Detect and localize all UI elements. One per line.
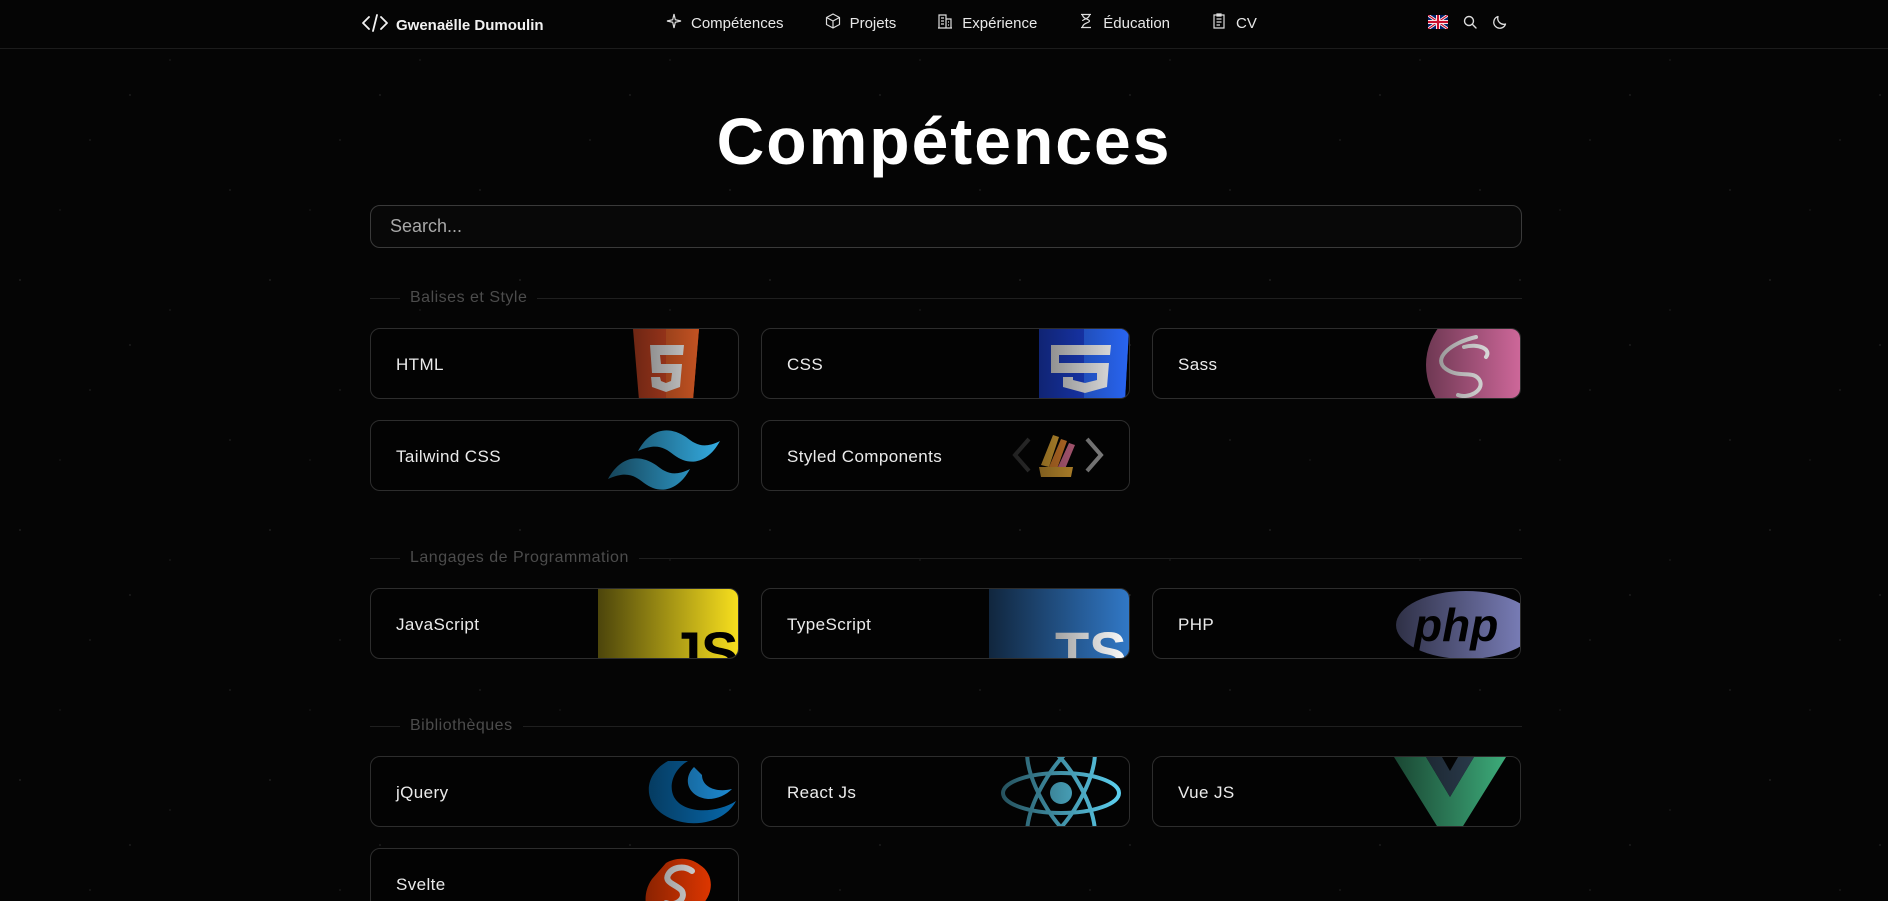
skill-name: PHP bbox=[1178, 615, 1215, 634]
skill-card-css[interactable]: CSS bbox=[761, 328, 1130, 399]
nav-label: Éducation bbox=[1103, 14, 1171, 32]
skill-name: CSS bbox=[787, 355, 824, 374]
skill-card-vue[interactable]: Vue JS bbox=[1152, 756, 1521, 827]
brand-name: Gwenaëlle Dumoulin bbox=[396, 16, 544, 34]
skill-card-php[interactable]: php PHP bbox=[1152, 588, 1521, 659]
nav-education[interactable]: Éducation bbox=[1078, 12, 1170, 34]
main-nav: Compétences Projets Expérience Éducation… bbox=[666, 12, 1298, 34]
skill-name: Sass bbox=[1178, 355, 1218, 374]
section-divider bbox=[370, 298, 1522, 299]
nav-label: Projets bbox=[849, 14, 897, 32]
skill-card-styled-components[interactable]: Styled Components bbox=[761, 420, 1130, 491]
skill-card-typescript[interactable]: TS TypeScript bbox=[761, 588, 1130, 659]
section-label: Balises et Style bbox=[400, 289, 538, 307]
top-navbar: Gwenaëlle Dumoulin Compétences Projets E… bbox=[0, 0, 1888, 49]
nav-tools bbox=[1428, 14, 1508, 30]
skill-name: React Js bbox=[787, 783, 857, 802]
skill-name: Svelte bbox=[396, 875, 446, 894]
skill-name: TypeScript bbox=[787, 615, 872, 634]
section-header: Bibliothèques bbox=[370, 716, 1522, 736]
moon-icon[interactable] bbox=[1492, 14, 1508, 30]
search-icon[interactable] bbox=[1462, 14, 1478, 30]
section-header: Langages de Programmation bbox=[370, 548, 1522, 568]
logo-fade bbox=[538, 421, 738, 490]
section-header: Balises et Style bbox=[370, 288, 1522, 308]
section-divider bbox=[370, 726, 1522, 727]
section-label: Langages de Programmation bbox=[400, 549, 639, 567]
search-input[interactable] bbox=[370, 205, 1522, 248]
nav-cv[interactable]: CV bbox=[1211, 12, 1257, 34]
logo-fade bbox=[929, 757, 1129, 826]
nav-label: CV bbox=[1236, 14, 1257, 32]
skill-name: HTML bbox=[396, 355, 444, 374]
logo-fade bbox=[929, 589, 1129, 658]
sparkle-icon bbox=[666, 13, 682, 33]
logo-fade bbox=[538, 329, 738, 398]
nav-label: Expérience bbox=[962, 14, 1038, 32]
logo-fade bbox=[1320, 757, 1520, 826]
nav-experience[interactable]: Expérience bbox=[937, 12, 1037, 34]
skill-card-svelte[interactable]: Svelte bbox=[370, 848, 739, 901]
nav-competences[interactable]: Compétences bbox=[666, 12, 784, 34]
building-icon bbox=[937, 13, 953, 33]
cube-icon bbox=[825, 13, 841, 33]
logo-fade bbox=[929, 421, 1129, 490]
logo-fade bbox=[929, 329, 1129, 398]
skill-name: JavaScript bbox=[396, 615, 480, 634]
skill-card-sass[interactable]: Sass bbox=[1152, 328, 1521, 399]
skill-card-react[interactable]: React Js bbox=[761, 756, 1130, 827]
uk-flag-icon[interactable] bbox=[1428, 15, 1448, 29]
skill-card-jquery[interactable]: jQuery bbox=[370, 756, 739, 827]
skill-name: Tailwind CSS bbox=[396, 447, 501, 466]
page-title: Compétences bbox=[716, 104, 1172, 178]
section-label: Bibliothèques bbox=[400, 717, 523, 735]
skill-name: Styled Components bbox=[787, 447, 943, 466]
logo-fade bbox=[538, 757, 738, 826]
logo-fade bbox=[1320, 589, 1520, 658]
skill-card-html[interactable]: HTML bbox=[370, 328, 739, 399]
code-brackets-icon bbox=[362, 13, 388, 37]
skill-name: jQuery bbox=[396, 783, 449, 802]
logo-fade bbox=[538, 589, 738, 658]
skill-card-tailwind[interactable]: Tailwind CSS bbox=[370, 420, 739, 491]
logo-fade bbox=[538, 849, 738, 901]
nav-projets[interactable]: Projets bbox=[825, 12, 897, 34]
brand-link[interactable]: Gwenaëlle Dumoulin bbox=[362, 13, 544, 37]
graduation-icon bbox=[1078, 13, 1094, 33]
skill-card-javascript[interactable]: JS JavaScript bbox=[370, 588, 739, 659]
skill-name: Vue JS bbox=[1178, 783, 1235, 802]
logo-fade bbox=[1320, 329, 1520, 398]
nav-label: Compétences bbox=[691, 14, 784, 32]
document-icon bbox=[1211, 13, 1227, 33]
